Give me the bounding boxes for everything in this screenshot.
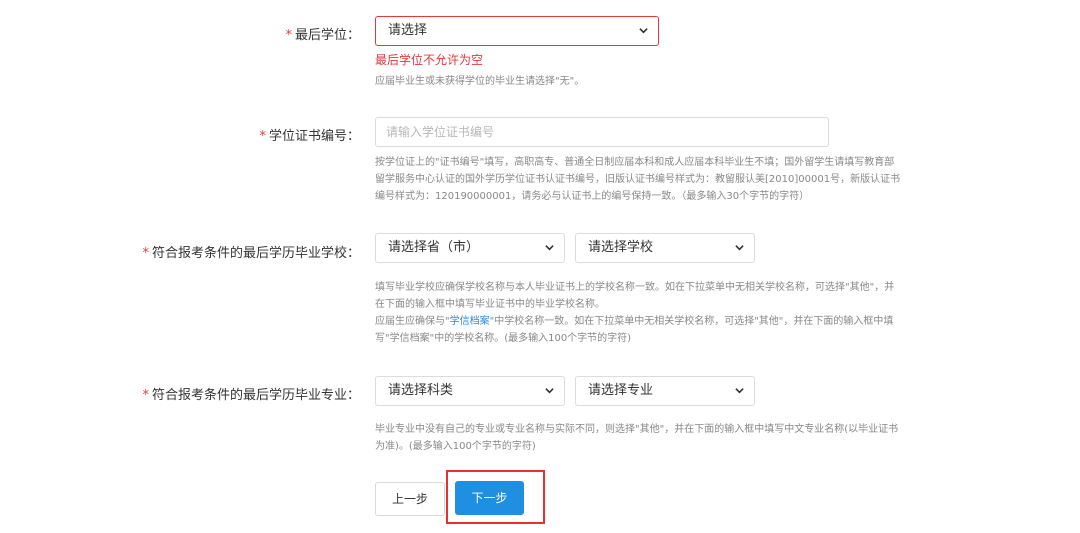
school-select[interactable]: 请选择学校 [575, 233, 755, 263]
certificate-number-input[interactable]: 请输入学位证书编号 [375, 117, 829, 147]
major-label: * 符合报考条件的最后学历毕业专业： [142, 384, 360, 403]
major-label-text: 符合报考条件的最后学历毕业专业： [151, 388, 360, 403]
chevron-down-icon [735, 245, 744, 251]
category-select-value: 请选择科类 [388, 383, 454, 398]
major-hint-line: 为准)。(最多输入100个字节的字符) [375, 441, 536, 452]
major-select[interactable]: 请选择专业 [575, 376, 755, 406]
school-label-text: 符合报考条件的最后学历毕业学校： [151, 246, 360, 261]
category-select[interactable]: 请选择科类 [375, 376, 565, 406]
school-select-value: 请选择学校 [588, 240, 654, 255]
degree-label-text: 最后学位： [294, 28, 360, 43]
major-select-value: 请选择专业 [588, 383, 654, 398]
required-mark: * [259, 129, 266, 144]
chevron-down-icon [545, 245, 554, 251]
school-hint-line: 在下面的输入框中填写毕业证书中的毕业学校名称。 [375, 299, 605, 310]
degree-error: 最后学位不允许为空 [375, 53, 484, 67]
degree-select[interactable]: 请选择 [375, 16, 659, 46]
province-select-value: 请选择省（市） [388, 240, 480, 255]
major-hint: 毕业专业中没有自己的专业或专业名称与实际不同，则选择"其他"，并在下面的输入框中… [375, 421, 975, 455]
school-hint-line: 写"学信档案"中的学校名称。(最多输入100个字节的字符) [375, 333, 632, 344]
certificate-label: * 学位证书编号： [259, 125, 360, 144]
school-label: * 符合报考条件的最后学历毕业学校： [142, 242, 360, 261]
certificate-label-text: 学位证书编号： [268, 129, 360, 144]
required-mark: * [285, 28, 292, 43]
next-step-button[interactable]: 下一步 [455, 481, 524, 515]
xuexin-archive-link[interactable]: 学信档案 [450, 316, 490, 327]
school-hint-text: "中学校名称一致。如在下拉菜单中无相关学校名称，可选择"其他"，并在下面的输入框… [489, 316, 894, 327]
province-select[interactable]: 请选择省（市） [375, 233, 565, 263]
certificate-hint-line: 按学位证上的"证书编号"填写，高职高专、普通全日制应届本科和成人应届本科毕业生不… [375, 157, 895, 168]
chevron-down-icon [639, 28, 648, 34]
degree-label: * 最后学位： [285, 24, 360, 43]
major-hint-line: 毕业专业中没有自己的专业或专业名称与实际不同，则选择"其他"，并在下面的输入框中… [375, 424, 899, 435]
school-hint-line: 填写毕业学校应确保学校名称与本人毕业证书上的学校名称一致。如在下拉菜单中无相关学… [375, 282, 895, 293]
certificate-hint: 按学位证上的"证书编号"填写，高职高专、普通全日制应届本科和成人应届本科毕业生不… [375, 154, 975, 205]
chevron-down-icon [735, 388, 744, 394]
certificate-hint-line: 留学服务中心认证的国外学历学位证书认证书编号，旧版认证书编号样式为：教留服认美[… [375, 174, 901, 185]
school-hint: 填写毕业学校应确保学校名称与本人毕业证书上的学校名称一致。如在下拉菜单中无相关学… [375, 279, 975, 347]
degree-select-value: 请选择 [388, 23, 428, 38]
school-hint-text: 应届生应确保与" [375, 316, 450, 327]
required-mark: * [142, 246, 149, 261]
prev-step-button[interactable]: 上一步 [375, 482, 445, 516]
degree-hint: 应届毕业生或未获得学位的毕业生请选择"无"。 [375, 76, 585, 87]
certificate-hint-line: 编号样式为：120190000001，请务必与认证书上的编号保持一致。（最多输入… [375, 191, 810, 202]
school-hint-line: 应届生应确保与"学信档案"中学校名称一致。如在下拉菜单中无相关学校名称，可选择"… [375, 313, 975, 330]
required-mark: * [142, 388, 149, 403]
certificate-input-placeholder: 请输入学位证书编号 [386, 125, 495, 139]
chevron-down-icon [545, 388, 554, 394]
